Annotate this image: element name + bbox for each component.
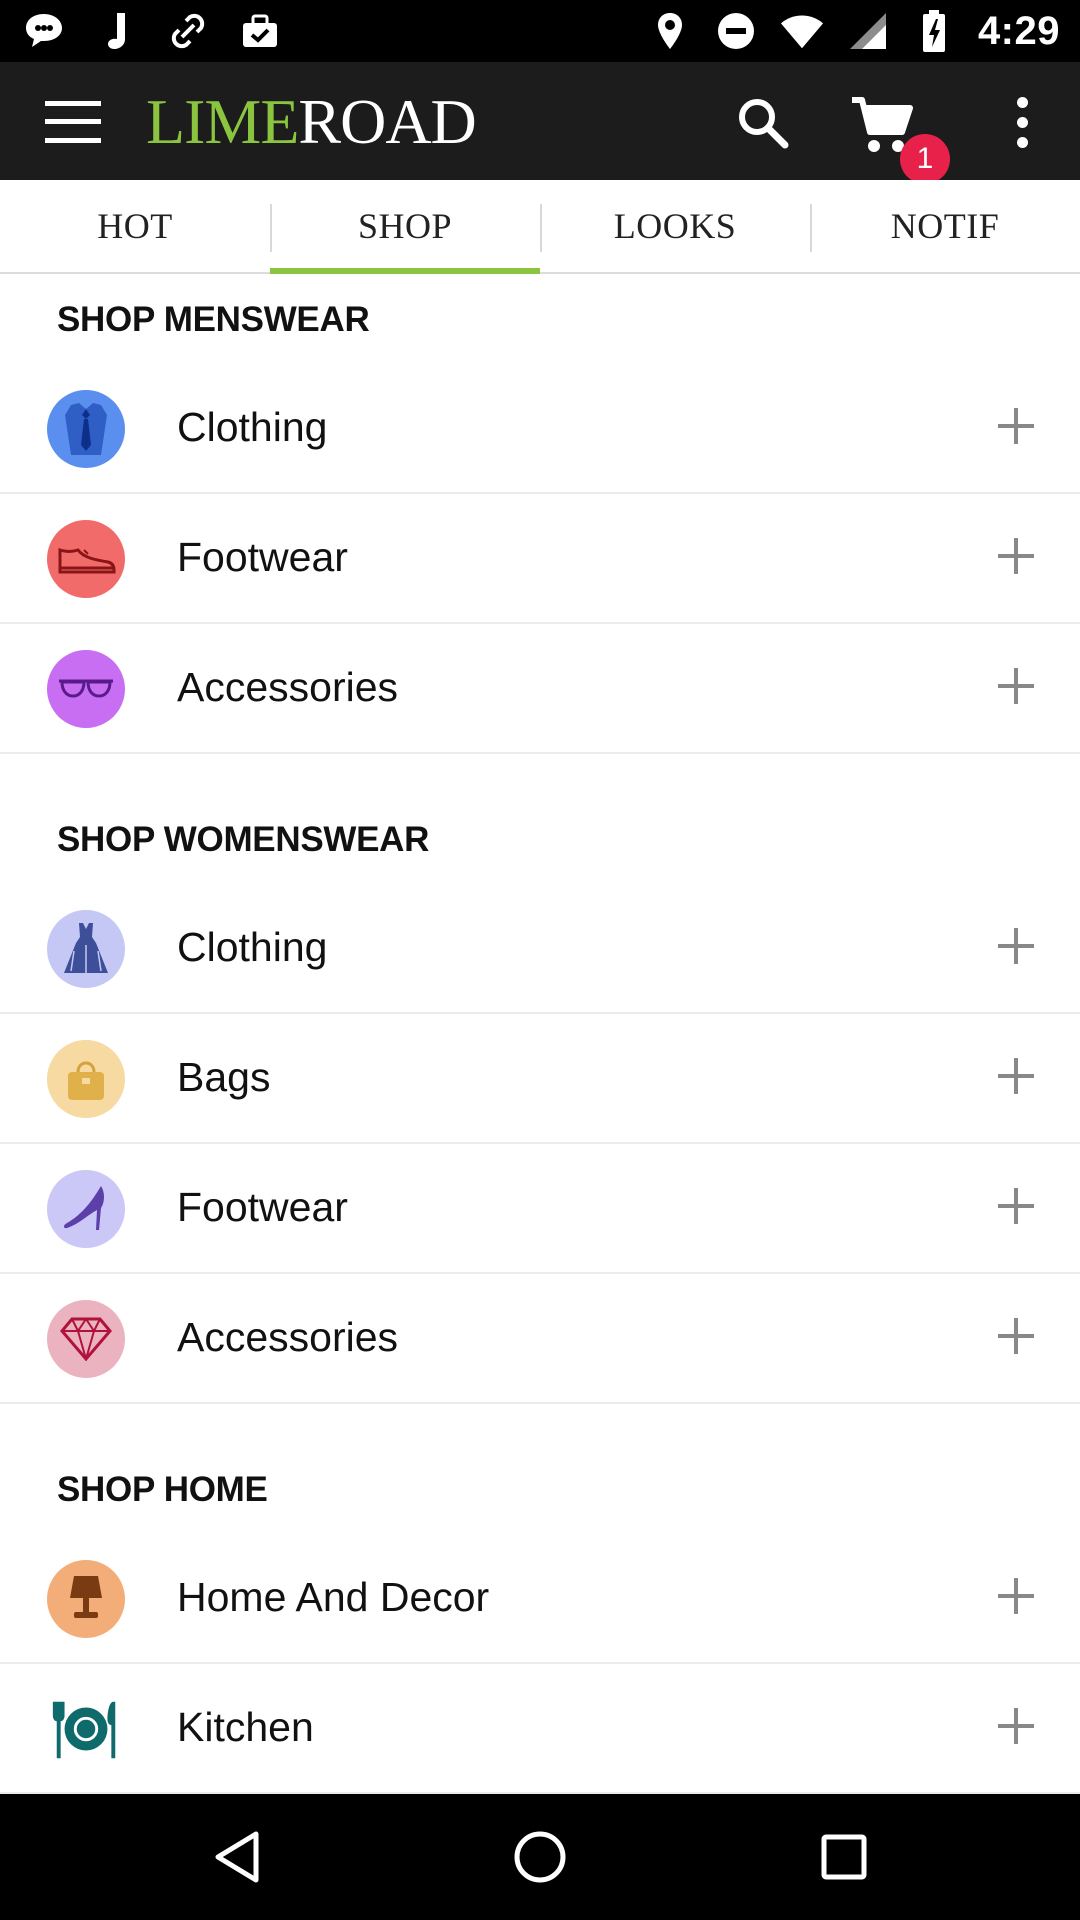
status-bar-notifications (22, 8, 282, 54)
more-vert-icon (1016, 96, 1028, 108)
section-title-menswear: SHOP MENSWEAR (57, 300, 370, 339)
handbag-icon (47, 1040, 125, 1118)
expand-plus-icon[interactable] (998, 928, 1034, 964)
mens-shoe-icon (47, 520, 125, 598)
sunglasses-icon (47, 650, 125, 728)
diamond-icon (47, 1300, 125, 1378)
item-label: Kitchen (177, 1704, 314, 1750)
list-item-mens-accessories[interactable]: Accessories (0, 626, 1080, 754)
tab-shop[interactable]: SHOP (270, 180, 540, 274)
expand-plus-icon[interactable] (998, 1188, 1034, 1224)
tab-bar: HOT SHOP LOOKS NOTIF (0, 180, 1080, 274)
section-title-home: SHOP HOME (57, 1470, 268, 1509)
search-icon (739, 99, 789, 149)
logo-lime-text: LIME (146, 86, 299, 157)
item-label: Footwear (177, 1184, 348, 1230)
item-label: Accessories (177, 1314, 399, 1360)
list-item-womens-clothing[interactable]: Clothing (0, 886, 1080, 1014)
system-nav-bar (0, 1794, 1080, 1920)
limeroad-logo[interactable]: LIMEROAD (146, 90, 477, 154)
item-label: Bags (177, 1054, 271, 1100)
dress-icon (47, 910, 125, 988)
search-button[interactable] (730, 90, 796, 156)
briefcase-check-icon (238, 9, 282, 53)
home-icon (514, 1831, 566, 1883)
expand-plus-icon[interactable] (998, 1578, 1034, 1614)
battery-icon (912, 9, 956, 53)
item-label: Accessories (177, 664, 399, 710)
list-item-womens-accessories[interactable]: Accessories (0, 1276, 1080, 1404)
expand-plus-icon[interactable] (998, 538, 1034, 574)
location-icon (648, 9, 692, 53)
tab-looks[interactable]: LOOKS (540, 180, 810, 272)
wifi-icon (780, 9, 824, 53)
item-label: Footwear (177, 534, 348, 580)
logo-road-text: ROAD (298, 86, 476, 157)
high-heel-icon (47, 1170, 125, 1248)
menu-button[interactable] (36, 92, 110, 152)
status-bar-system: 4:29 (648, 8, 1060, 54)
list-item-womens-footwear[interactable]: Footwear (0, 1146, 1080, 1274)
music-note-icon (94, 9, 138, 53)
recents-button[interactable] (809, 1822, 879, 1892)
expand-plus-icon[interactable] (998, 1058, 1034, 1094)
status-time: 4:29 (977, 8, 1060, 53)
back-icon (215, 1831, 259, 1883)
tab-hot[interactable]: HOT (0, 180, 270, 272)
lamp-icon (47, 1560, 125, 1638)
item-label: Clothing (177, 924, 328, 970)
expand-plus-icon[interactable] (998, 1318, 1034, 1354)
do-not-disturb-icon (714, 9, 758, 53)
list-item-mens-footwear[interactable]: Footwear (0, 496, 1080, 624)
app-bar: LIMEROAD 1 (0, 62, 1080, 184)
list-item-mens-clothing[interactable]: Clothing (0, 366, 1080, 494)
overflow-menu-button[interactable] (1000, 92, 1044, 152)
hamburger-icon (45, 101, 101, 143)
list-item-home-decor[interactable]: Home And Decor (0, 1536, 1080, 1664)
tab-notif[interactable]: NOTIF (810, 180, 1080, 272)
section-title-womenswear: SHOP WOMENSWEAR (57, 820, 430, 859)
shop-category-list[interactable]: SHOP MENSWEAR Clothing Footwear Accessor… (0, 276, 1080, 1794)
list-item-womens-bags[interactable]: Bags (0, 1016, 1080, 1144)
link-icon (166, 9, 210, 53)
list-item-kitchen[interactable]: Kitchen (0, 1666, 1080, 1794)
plate-cutlery-icon (47, 1690, 125, 1768)
recents-icon (821, 1834, 867, 1880)
home-button[interactable] (505, 1822, 575, 1892)
status-bar: 4:29 (0, 0, 1080, 62)
signal-icon (846, 9, 890, 53)
back-button[interactable] (202, 1822, 272, 1892)
expand-plus-icon[interactable] (998, 668, 1034, 704)
chat-icon (22, 9, 66, 53)
expand-plus-icon[interactable] (998, 408, 1034, 444)
item-label: Home And Decor (177, 1574, 490, 1620)
shirt-tie-icon (47, 390, 125, 468)
cart-count-badge: 1 (900, 134, 950, 184)
expand-plus-icon[interactable] (998, 1708, 1034, 1744)
item-label: Clothing (177, 404, 328, 450)
